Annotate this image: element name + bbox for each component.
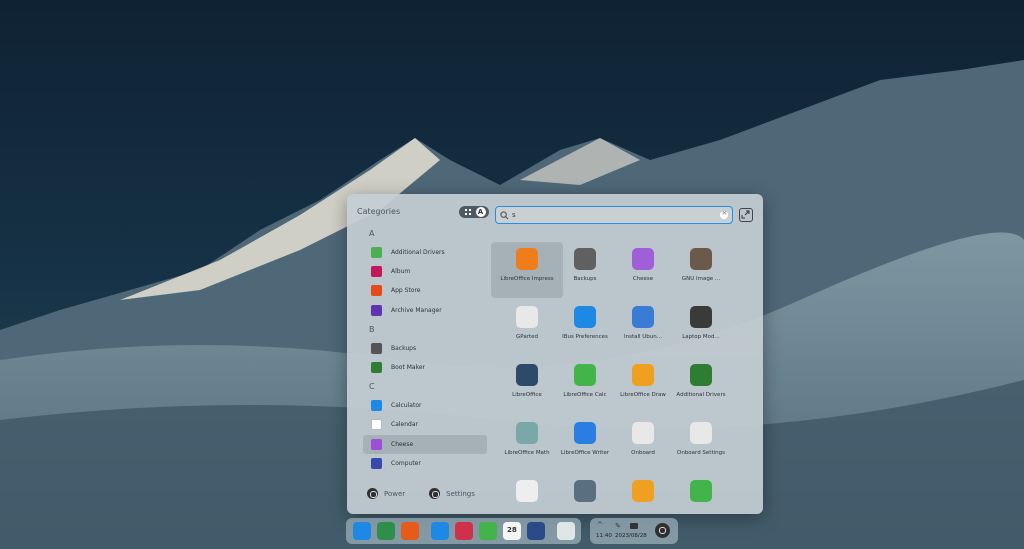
app-tile[interactable]: Laptop Mod... [665,300,737,356]
list-item-label: Archive Manager [391,306,442,314]
app-name: GNU Image ... [681,276,721,282]
ibus-icon [574,306,596,328]
laptop-mode-icon [690,306,712,328]
launcher-footer: Power Settings [367,488,499,499]
libreoffice-draw-icon [632,364,654,386]
tray-expand-icon[interactable]: ^ [597,521,603,529]
drivers-icon [371,247,382,259]
clock-time[interactable]: 11:40 [596,533,612,539]
drivers-icon [690,364,712,386]
expand-icon [741,210,750,219]
settings-button[interactable]: Settings [446,490,475,498]
list-item[interactable]: Cheese [363,434,487,454]
launcher-icon[interactable] [353,522,371,540]
archive-icon [371,304,382,316]
section-letter: B [369,324,375,334]
calendar-day: 28 [507,526,517,534]
files-icon[interactable] [377,522,395,540]
app-tile[interactable]: Onboard Settings [665,416,737,472]
list-item-label: Album [391,268,411,276]
clock-date[interactable]: 2023/08/28 [615,533,647,539]
list-item-label: Calculator [391,402,422,410]
music-icon[interactable] [479,522,497,540]
gimp-icon [690,248,712,270]
list-item-label: Boot Maker [391,364,425,372]
libreoffice-calc-icon [574,364,596,386]
categories-title: Categories [357,207,401,216]
list-item-label: App Store [391,287,421,295]
list-item-label: Calendar [391,421,418,429]
calendar-icon [371,419,382,431]
app-tile[interactable]: GNU Image ... [665,242,737,298]
power-icon[interactable] [655,523,670,538]
alphabetical-view-icon[interactable]: A [475,207,486,217]
install-ubuntu-icon [632,306,654,328]
list-item[interactable]: Backups [363,339,487,358]
list-item-label: Computer [391,459,421,467]
keyboard-settings-icon [690,422,712,444]
calculator-icon[interactable] [431,522,449,540]
dock: 28 [346,518,581,544]
app-grid: LibreOffice Impress Backups Cheese GNU Imag… [491,242,757,514]
cheese-icon [371,438,382,450]
section-letter: C [369,382,375,392]
list-item[interactable]: Calculator [363,396,487,415]
app-store-icon [371,285,382,297]
gparted-icon [516,306,538,328]
album-icon [371,266,382,278]
computer-icon [371,457,382,469]
alphabetical-app-list[interactable]: A Additional Drivers Album App Store Archive… [363,224,487,476]
search-icon [500,210,509,219]
album-icon[interactable] [455,522,473,540]
app-name: Onboard Settings [676,450,725,456]
list-item-label: Cheese [391,440,414,448]
app-store-icon[interactable] [401,522,419,540]
libreoffice-icon [516,364,538,386]
list-item[interactable]: Archive Manager [363,301,487,320]
section-letter: A [369,229,375,238]
rocket-icon [690,480,712,502]
clear-search-icon[interactable] [720,209,728,219]
view-mode-toggle[interactable]: A [459,206,489,218]
settings-icon[interactable] [527,522,545,540]
app-tile[interactable] [665,474,737,514]
list-item-label: Additional Drivers [391,249,445,257]
keyboard-icon [632,422,654,444]
libreoffice-impress-icon [516,248,538,270]
list-item[interactable]: Calendar [363,415,487,434]
app-name: Additional Drivers [676,392,726,398]
search-input[interactable]: s [512,211,720,219]
backups-icon [574,248,596,270]
grid-view-icon[interactable] [462,207,473,217]
libreoffice-writer-icon [574,422,596,444]
boot-maker-icon [371,362,382,374]
list-item[interactable]: Album [363,262,487,281]
libreoffice-math-icon [516,422,538,444]
download-icon [574,480,596,502]
power-button[interactable]: Power [384,490,405,498]
app-tile[interactable]: Additional Drivers [665,358,737,414]
cheese-icon [632,248,654,270]
calculator-icon [371,400,382,412]
trash-icon[interactable] [557,522,575,540]
list-item[interactable]: App Store [363,281,487,300]
fullscreen-toggle-button[interactable] [739,208,753,222]
calendar-icon[interactable]: 28 [503,522,521,540]
system-tray: ^ ✎ 11:40 2023/08/28 [590,518,678,544]
printer-icon [516,480,538,502]
list-item-label: Backups [391,344,417,352]
list-item[interactable]: Boot Maker [363,358,487,377]
app-name: Laptop Mod... [682,334,720,340]
keyboard-icon[interactable] [630,523,638,529]
power-icon[interactable] [367,488,378,499]
app-launcher-panel: Categories A s AAdditional DriversAlbumA… [347,194,763,514]
backups-icon [371,342,382,354]
list-item[interactable]: Computer [363,454,487,473]
settings-icon[interactable] [429,488,441,499]
list-item[interactable]: Additional Drivers [363,243,487,262]
search-box[interactable]: s [495,206,733,224]
pen-icon[interactable]: ✎ [615,522,621,530]
update-icon [632,480,654,502]
